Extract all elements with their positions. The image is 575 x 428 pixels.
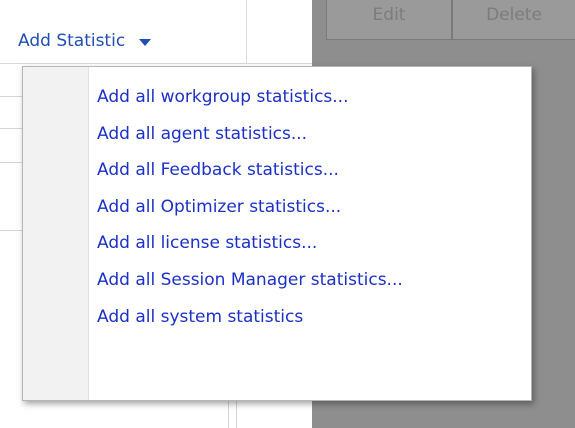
menu-items: Add all workgroup statistics... Add all … [97,79,523,335]
table-column-divider [236,400,237,428]
add-statistic-label: Add Statistic [18,31,126,51]
menu-item-feedback-statistics[interactable]: Add all Feedback statistics... [97,152,523,189]
menu-icon-gutter [23,67,89,400]
menu-item-system-statistics[interactable]: Add all system statistics [97,299,523,336]
menu-item-session-manager-statistics[interactable]: Add all Session Manager statistics... [97,262,523,299]
delete-button[interactable]: Delete [452,0,575,40]
menu-item-workgroup-statistics[interactable]: Add all workgroup statistics... [97,79,523,116]
table-row-divider [0,230,22,231]
chevron-down-icon [139,38,152,46]
table-row-divider [0,128,22,129]
toolbar-divider [246,0,247,64]
menu-item-license-statistics[interactable]: Add all license statistics... [97,225,523,262]
menu-item-agent-statistics[interactable]: Add all agent statistics... [97,116,523,153]
edit-button[interactable]: Edit [326,0,452,40]
add-statistic-menu: Add all workgroup statistics... Add all … [22,66,532,401]
edit-button-label: Edit [372,5,406,25]
table-column-divider [228,400,229,428]
toolbar: Add Statistic [0,0,312,64]
menu-item-optimizer-statistics[interactable]: Add all Optimizer statistics... [97,189,523,226]
table-row-divider [0,162,22,163]
screen: Add Statistic Edit Delete Add all workgr… [0,0,575,428]
delete-button-label: Delete [486,5,542,25]
add-statistic-button[interactable]: Add Statistic [18,28,152,54]
table-row-divider [0,96,22,97]
